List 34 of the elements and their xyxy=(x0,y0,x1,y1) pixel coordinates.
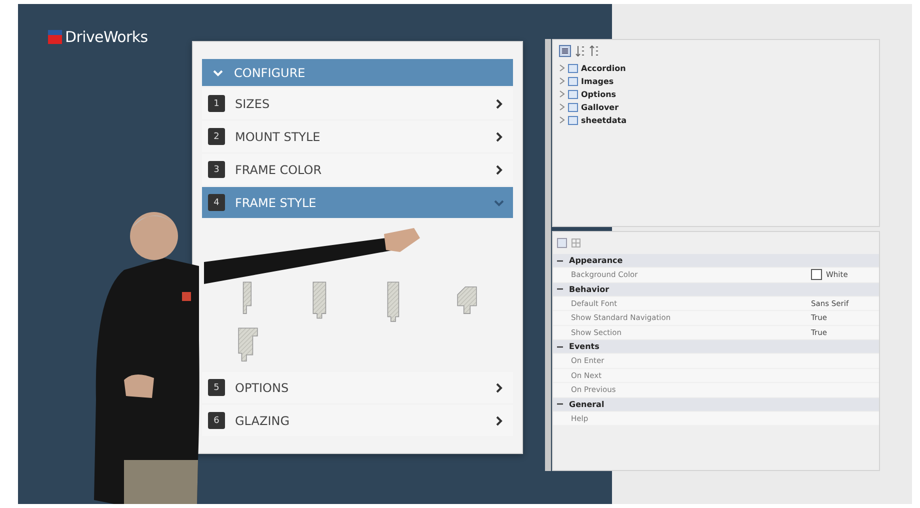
collapse-icon[interactable] xyxy=(557,344,563,350)
grid-icon[interactable] xyxy=(571,238,581,248)
expand-icon[interactable] xyxy=(559,116,565,124)
step-number: 1 xyxy=(208,95,225,112)
expand-icon[interactable] xyxy=(559,77,565,85)
property-category[interactable]: Behavior xyxy=(553,282,879,296)
step-number: 5 xyxy=(208,379,225,396)
step-number: 3 xyxy=(208,161,225,178)
tree-item[interactable]: Images xyxy=(559,75,873,87)
sort-icon[interactable] xyxy=(575,45,585,57)
list-view-icon[interactable] xyxy=(559,45,571,57)
property-category[interactable]: Events xyxy=(553,340,879,353)
tree-item[interactable]: Gallover xyxy=(559,101,873,113)
step-number: 6 xyxy=(208,412,225,429)
collapse-icon[interactable] xyxy=(557,286,563,292)
step-row[interactable]: 4 FRAME STYLE xyxy=(202,187,513,218)
collapse-icon[interactable] xyxy=(557,258,563,264)
color-swatch xyxy=(811,269,822,280)
property-category[interactable]: General xyxy=(553,398,879,410)
property-category[interactable]: Appearance xyxy=(553,254,879,267)
collapse-icon[interactable] xyxy=(557,401,563,407)
configure-header[interactable]: CONFIGURE xyxy=(202,59,513,86)
step-number: 2 xyxy=(208,128,225,145)
expand-icon[interactable] xyxy=(559,90,565,98)
expand-icon[interactable] xyxy=(559,103,565,111)
logo-text: DriveWorks xyxy=(65,28,148,46)
tree-item[interactable]: Options xyxy=(559,88,873,100)
sort-icon[interactable] xyxy=(589,45,599,57)
tree-item[interactable]: Accordion xyxy=(559,62,873,74)
tree-item[interactable]: sheetdata xyxy=(559,114,873,126)
step-number: 4 xyxy=(208,194,225,211)
logo-icon xyxy=(48,30,62,44)
expand-icon[interactable] xyxy=(559,64,565,72)
categorized-icon[interactable] xyxy=(557,238,567,248)
